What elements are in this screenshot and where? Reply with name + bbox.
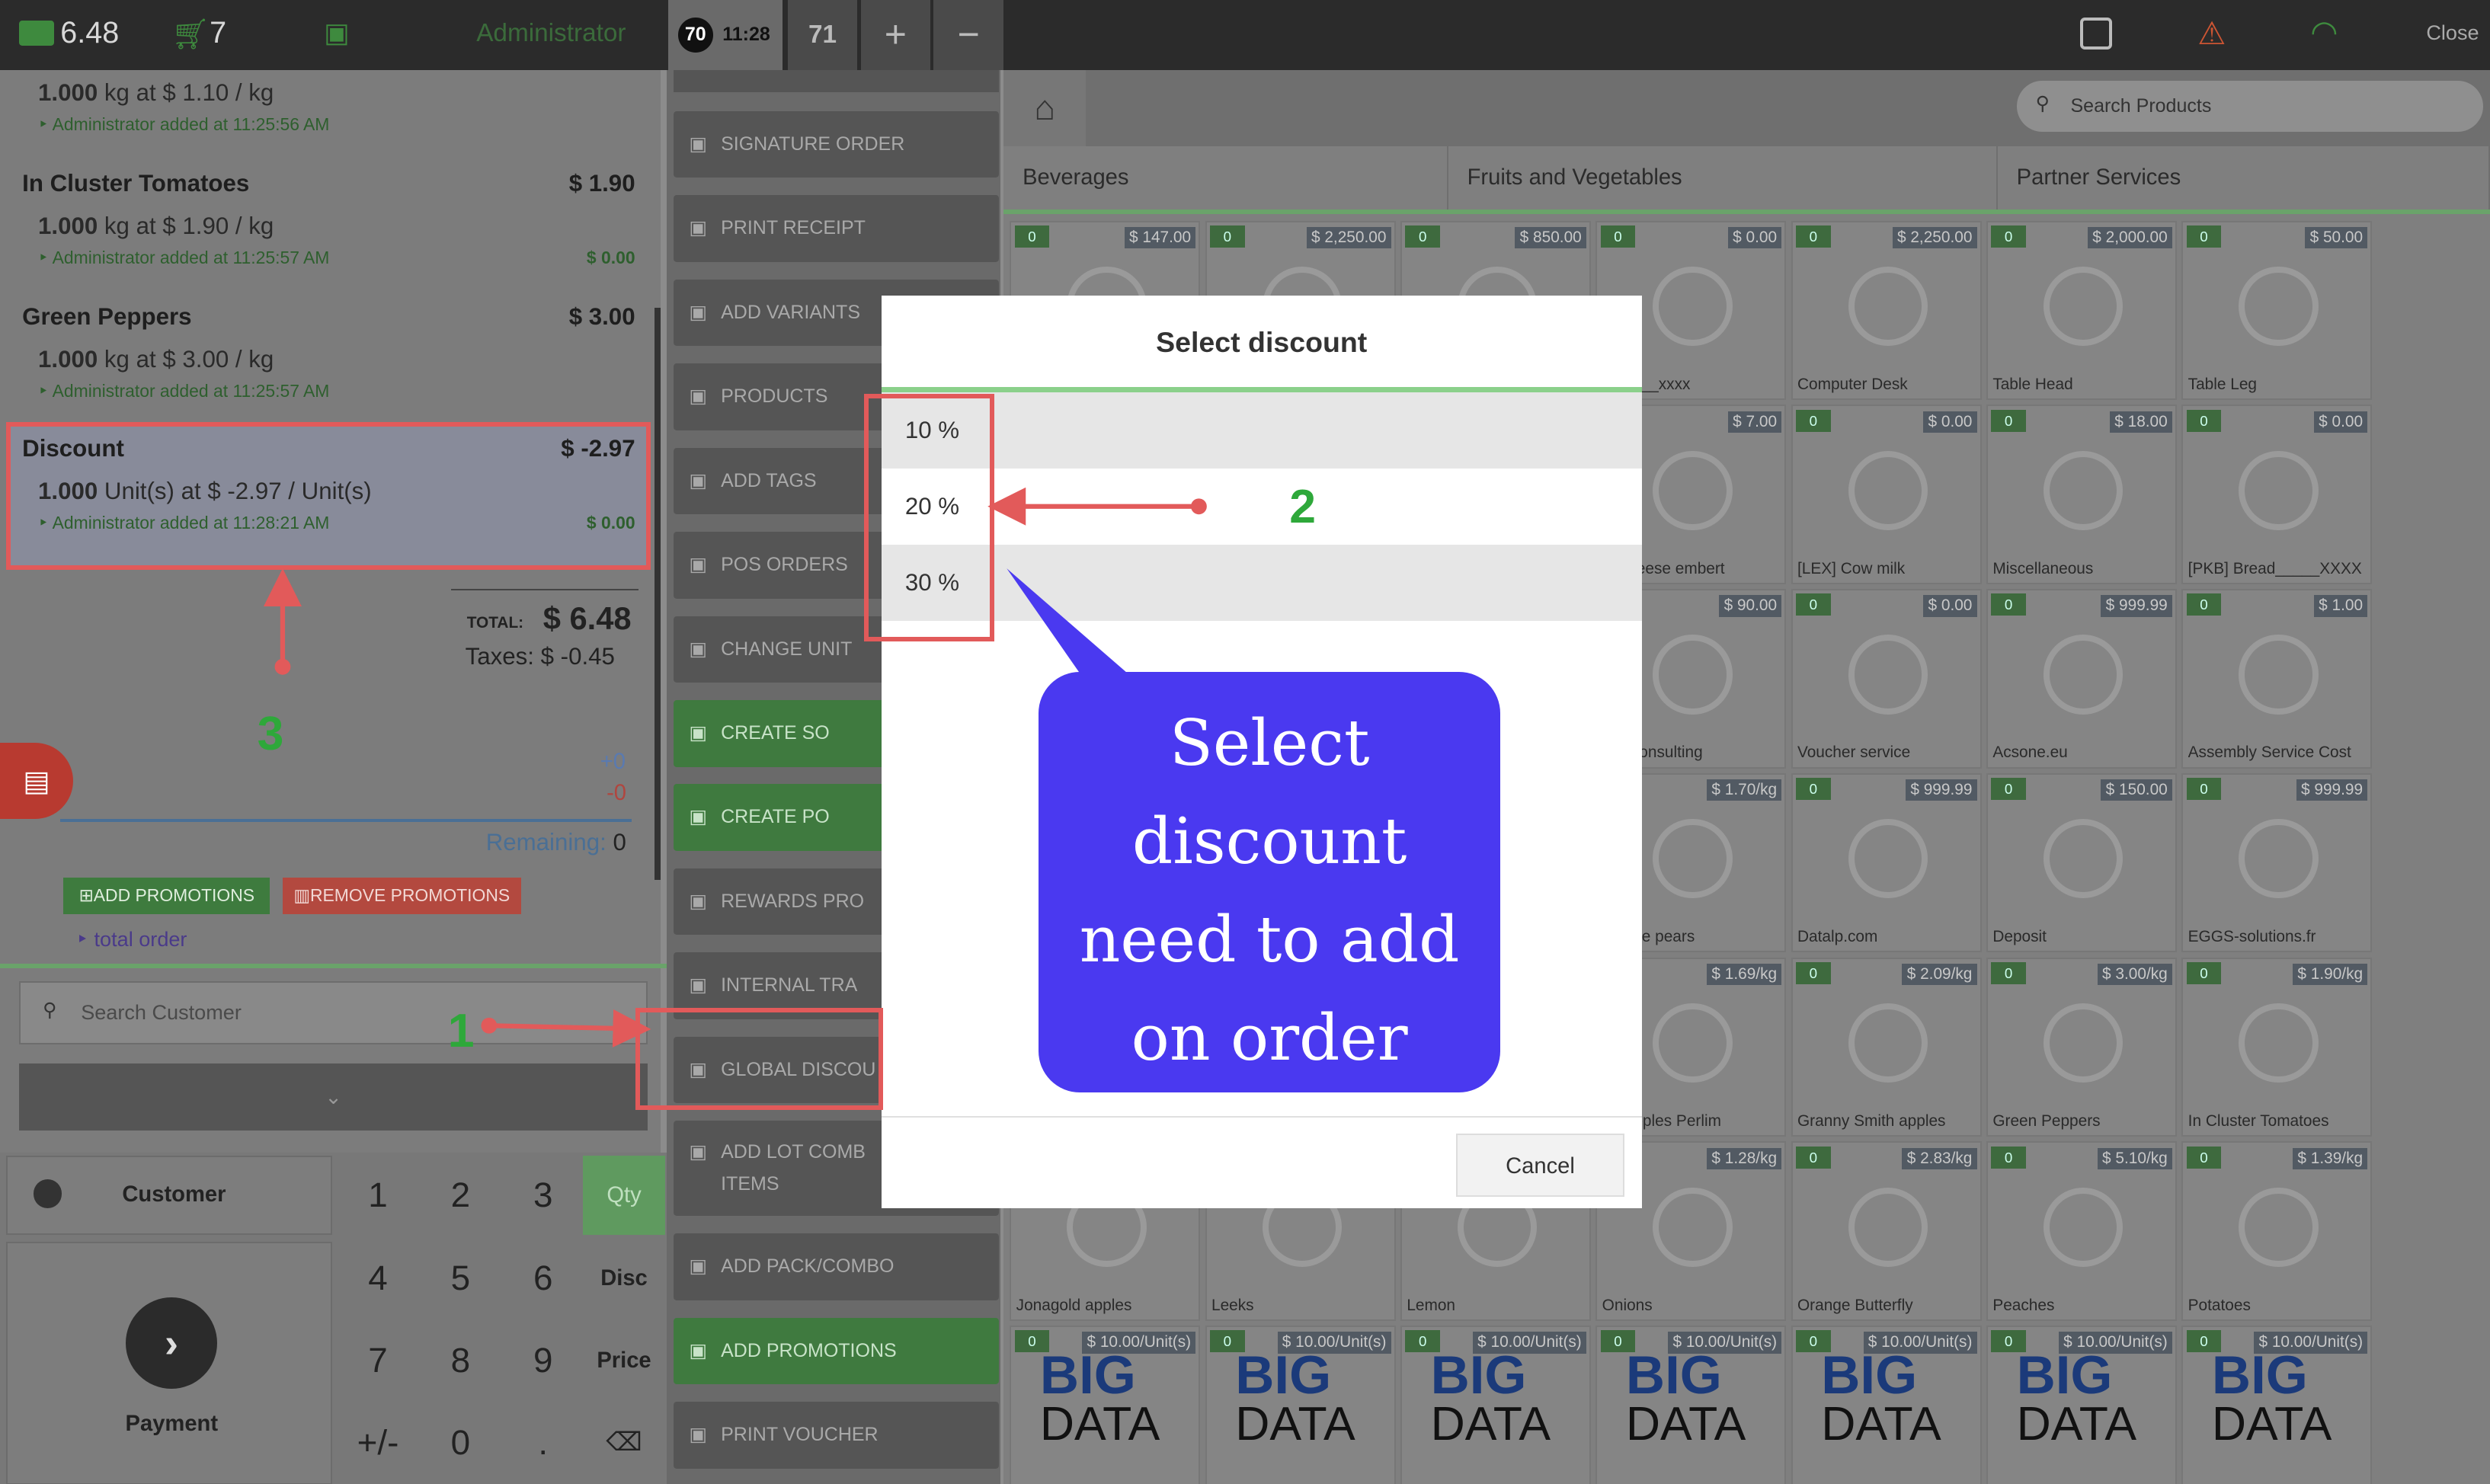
step-number-3: 3 xyxy=(257,707,284,761)
arrow-1 xyxy=(488,1009,651,1047)
instruction-bubble: Select discount need to add on order xyxy=(1038,671,1501,1092)
step-number-2: 2 xyxy=(1289,480,1316,534)
step-number-1: 1 xyxy=(447,1004,475,1058)
